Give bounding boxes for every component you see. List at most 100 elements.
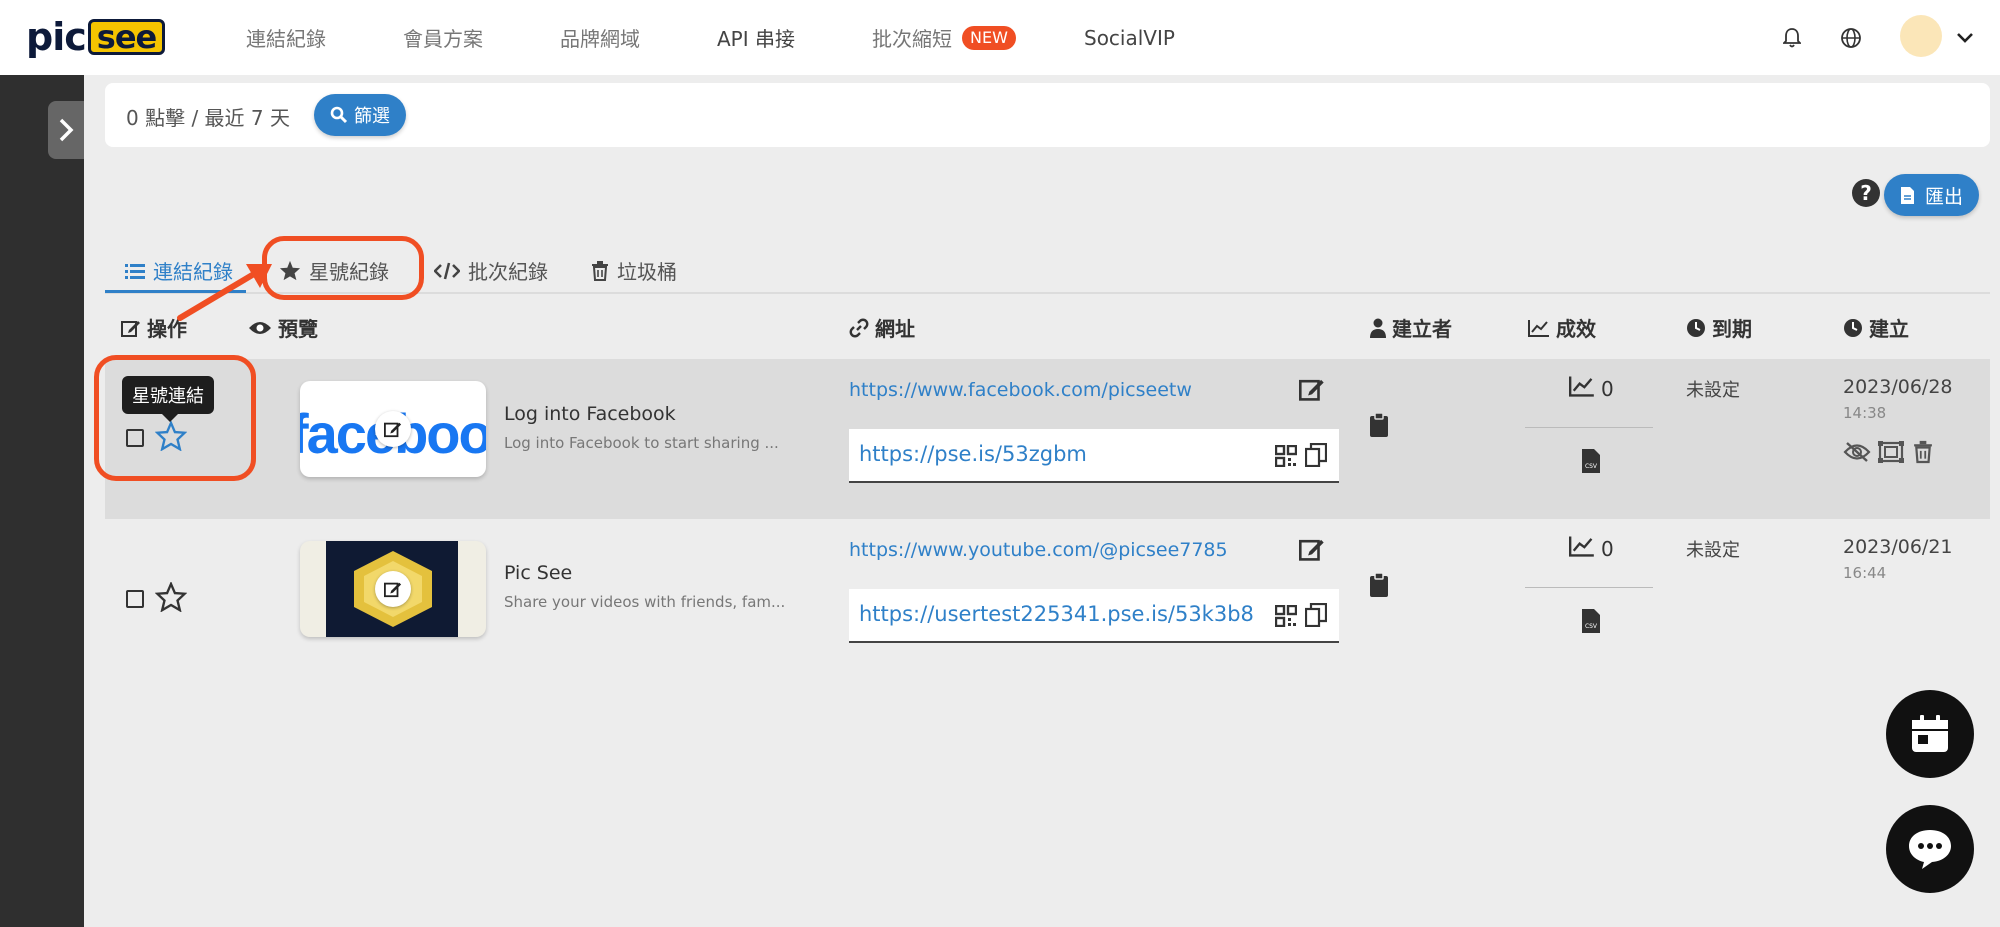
chart-line-icon[interactable] (1568, 374, 1596, 398)
column-header-label: 預覽 (278, 317, 318, 341)
globe-icon[interactable] (1837, 24, 1865, 52)
original-url-link[interactable]: https://www.facebook.com/picseetw (849, 379, 1192, 401)
nav-link-batch-shorten[interactable]: 批次縮短 NEW (872, 0, 1016, 75)
preview-description: Share your videos with friends, fam... (504, 593, 786, 611)
qrcode-icon[interactable] (1273, 443, 1299, 469)
expire-value: 未設定 (1686, 540, 1740, 561)
filter-bar: 0 點擊 / 最近 7 天 篩選 (105, 83, 1990, 147)
trash-icon[interactable] (1911, 438, 1935, 466)
nav-link-socialvip[interactable]: SocialVIP (1084, 0, 1175, 75)
svg-text:CSV: CSV (1585, 623, 1598, 630)
star-outline-icon[interactable] (155, 582, 187, 612)
chart-line-icon[interactable] (1568, 534, 1596, 558)
column-header-label: 網址 (875, 317, 915, 341)
logo-text-see: see (87, 19, 166, 55)
csv-file-icon[interactable]: CSV (1580, 447, 1602, 475)
copy-icon[interactable] (1303, 602, 1329, 628)
preview-title: Log into Facebook (504, 403, 676, 425)
nav-link-brand-domain[interactable]: 品牌網域 (560, 0, 640, 75)
table-row[interactable]: facebook Log into Facebook Log into Face… (105, 359, 1990, 519)
preview-thumbnail[interactable]: facebook (300, 381, 486, 477)
column-header-created: 建立 (1843, 313, 1909, 342)
trash-icon (592, 260, 608, 281)
created-date: 2023/06/21 (1843, 536, 1953, 558)
created-time: 14:38 (1843, 404, 1887, 422)
filter-button-label: 篩選 (354, 106, 390, 127)
edit-icon (121, 320, 140, 337)
chat-button[interactable] (1886, 805, 1974, 893)
hide-icon[interactable] (1843, 439, 1871, 465)
edit-url-icon[interactable] (1297, 534, 1327, 564)
table-row[interactable]: Pic See Share your videos with friends, … (105, 519, 1990, 679)
annotation-box-starred-tab (262, 236, 424, 300)
chevron-right-icon (59, 118, 74, 142)
edit-icon (384, 422, 402, 438)
tab-label: 批次紀錄 (468, 260, 548, 284)
annotation-arrow-icon (177, 264, 272, 321)
preview-description: Log into Facebook to start sharing ... (504, 434, 779, 452)
original-url-link[interactable]: https://www.youtube.com/@picsee7785 (849, 539, 1228, 561)
file-icon (1901, 186, 1914, 204)
click-count: 0 (1601, 537, 1614, 561)
calendar-icon (1912, 715, 1948, 752)
image-frame-icon[interactable] (1877, 439, 1905, 465)
qrcode-icon[interactable] (1273, 603, 1299, 629)
edit-url-icon[interactable] (1297, 374, 1327, 404)
edit-preview-button[interactable] (375, 571, 411, 607)
code-icon (434, 262, 460, 279)
column-header-url: 網址 (849, 313, 915, 342)
csv-file-icon[interactable]: CSV (1580, 607, 1602, 635)
preview-thumbnail[interactable] (300, 541, 486, 637)
help-icon[interactable]: ? (1852, 179, 1880, 207)
list-icon (125, 263, 145, 279)
created-time: 16:44 (1843, 564, 1887, 582)
clock-icon (1844, 318, 1862, 337)
click-summary: 0 點擊 / 最近 7 天 (126, 106, 290, 130)
export-button[interactable]: 匯出 (1884, 174, 1980, 216)
copy-icon[interactable] (1303, 442, 1329, 468)
click-count: 0 (1601, 377, 1614, 401)
filter-button[interactable]: 篩選 (314, 94, 406, 136)
new-badge: NEW (962, 25, 1016, 50)
nav-link-api[interactable]: API 串接 (717, 0, 795, 75)
tab-label: 垃圾桶 (617, 260, 677, 284)
avatar[interactable] (1900, 15, 1942, 57)
column-header-label: 到期 (1712, 317, 1752, 341)
created-date: 2023/06/28 (1843, 376, 1953, 398)
short-url-field[interactable]: https://usertest225341.pse.is/53k3b8 (849, 589, 1339, 643)
sidebar-expand-button[interactable] (48, 101, 84, 159)
chevron-down-icon[interactable] (1951, 24, 1979, 52)
clipboard-icon[interactable] (1367, 571, 1391, 599)
export-button-label: 匯出 (1925, 185, 1964, 208)
row-checkbox[interactable] (126, 590, 144, 608)
expire-value: 未設定 (1686, 380, 1740, 401)
clipboard-icon[interactable] (1367, 411, 1391, 439)
divider (1525, 427, 1653, 428)
clock-icon (1687, 318, 1705, 337)
picsee-logo[interactable]: pic see (26, 15, 166, 59)
chart-line-icon (1528, 319, 1549, 337)
svg-text:CSV: CSV (1585, 463, 1598, 470)
edit-preview-button[interactable] (375, 411, 411, 447)
divider (1525, 587, 1653, 588)
chat-bubble-icon (1909, 830, 1951, 869)
tab-trash[interactable]: 垃圾桶 (591, 256, 677, 285)
link-icon (849, 318, 869, 337)
short-url-field[interactable]: https://pse.is/53zgbm (849, 429, 1339, 483)
logo-text-pic: pic (26, 15, 87, 59)
top-navbar: pic see 連結紀錄 會員方案 品牌網域 API 串接 批次縮短 NEW S… (0, 0, 2000, 75)
nav-link-records[interactable]: 連結紀錄 (246, 0, 326, 75)
short-url-text[interactable]: https://usertest225341.pse.is/53k3b8 (859, 602, 1254, 626)
edit-icon (384, 582, 402, 598)
column-header-expire: 到期 (1686, 313, 1752, 342)
left-sidebar (0, 75, 84, 927)
column-header-creator: 建立者 (1370, 313, 1452, 342)
calendar-button[interactable] (1886, 690, 1974, 778)
nav-link-plans[interactable]: 會員方案 (403, 0, 483, 75)
short-url-text[interactable]: https://pse.is/53zgbm (859, 442, 1087, 466)
bell-icon[interactable] (1778, 24, 1806, 52)
search-icon (330, 106, 348, 124)
column-header-label: 建立者 (1392, 317, 1452, 341)
column-header-label: 成效 (1556, 317, 1596, 341)
tab-batch-records[interactable]: 批次紀錄 (434, 256, 548, 285)
